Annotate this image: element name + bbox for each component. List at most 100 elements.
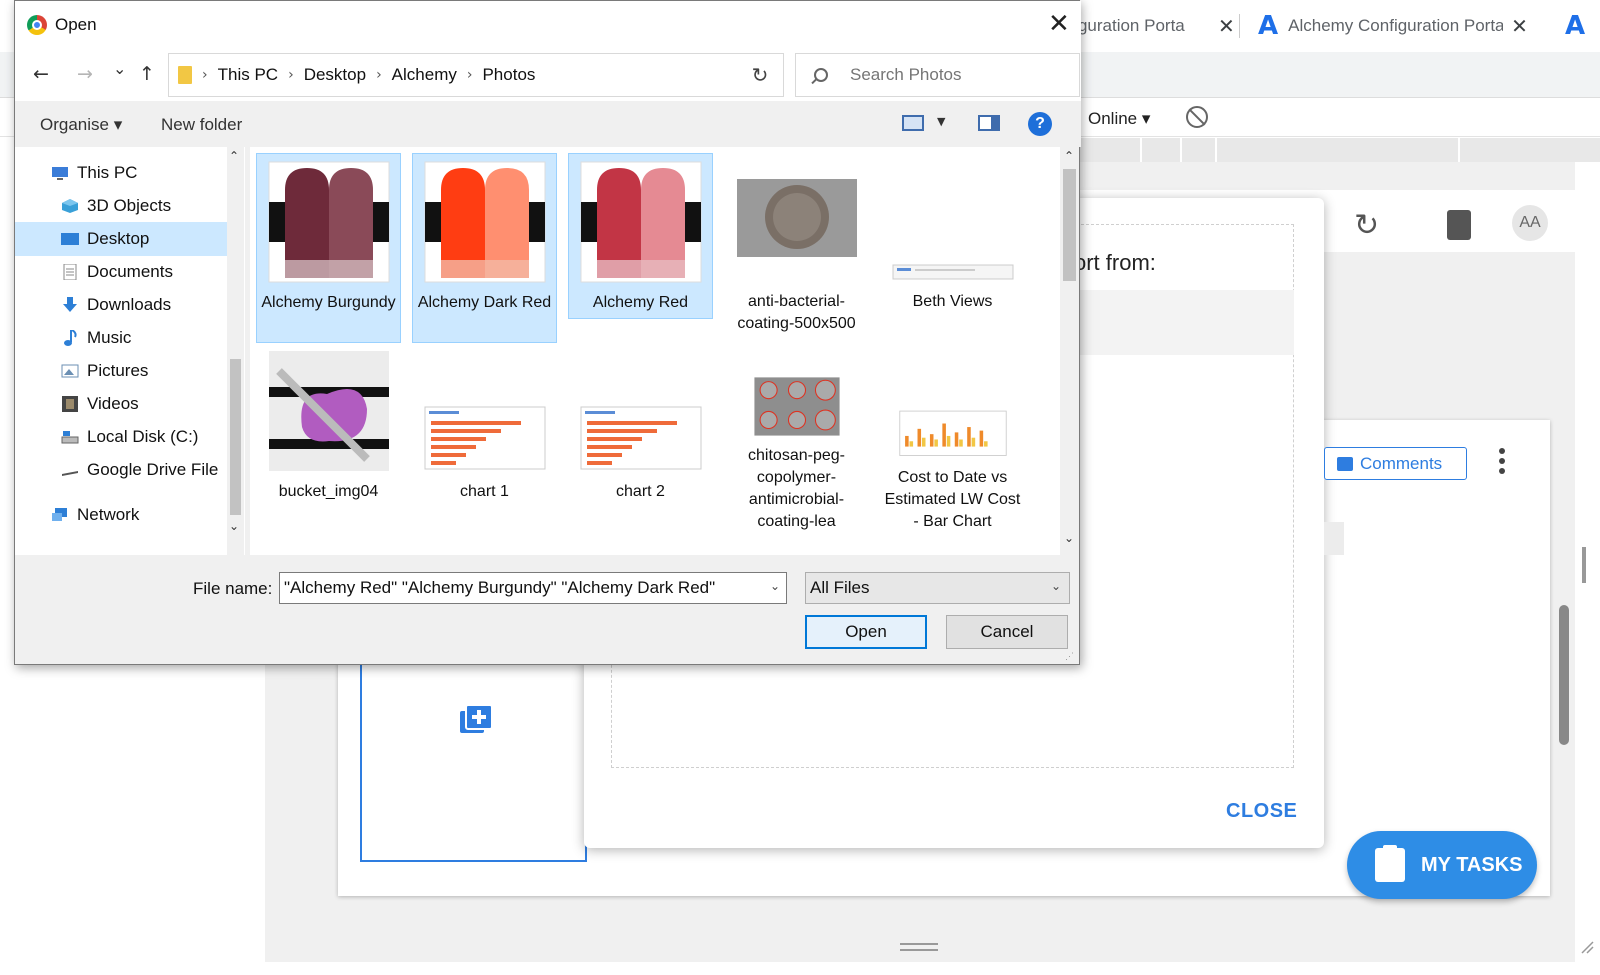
file-name: chart 1 — [460, 483, 509, 500]
recent-locations-icon[interactable]: ⌄ — [113, 59, 126, 78]
file-name-input[interactable] — [284, 578, 754, 598]
back-arrow-icon[interactable]: ← — [33, 63, 49, 85]
breadcrumb-separator: › — [202, 67, 208, 83]
scroll-up-icon[interactable]: ⌃ — [229, 149, 239, 163]
breadcrumb-this-pc[interactable]: This PC — [218, 65, 278, 85]
add-image-icon[interactable] — [458, 703, 494, 735]
dialog-title-bar[interactable] — [15, 1, 1081, 49]
tree-item-documents[interactable]: Documents — [15, 255, 227, 289]
grid-divider — [1458, 138, 1460, 162]
breadcrumb-separator: › — [376, 67, 382, 83]
file-item-bucket-img04[interactable]: bucket_img04 — [256, 343, 401, 533]
tab-configuration-portal-2[interactable]: A Alchemy Configuration Porta ✕ — [1258, 8, 1528, 44]
file-item-alchemy-burgundy[interactable]: Alchemy Burgundy — [256, 153, 401, 343]
tree-item-google-drive[interactable]: Google Drive File — [15, 453, 227, 487]
comments-button[interactable]: Comments — [1324, 447, 1467, 480]
scrollbar-thumb[interactable] — [1559, 605, 1569, 745]
file-item-cost-to-date-chart[interactable]: Cost to Date vs Estimated LW Cost - Bar … — [880, 343, 1025, 533]
network-icon — [52, 508, 67, 521]
field-placeholder — [1324, 522, 1344, 555]
file-item-anti-bacterial-coating[interactable]: anti-bacterial-coating-500x500 — [724, 153, 869, 343]
image-thumbnail — [580, 406, 701, 470]
forward-arrow-icon[interactable]: → — [77, 63, 93, 85]
breadcrumb-desktop[interactable]: Desktop — [304, 65, 366, 85]
tree-item-label: Downloads — [87, 295, 172, 314]
help-icon[interactable]: ? — [1028, 112, 1052, 136]
breadcrumb-separator: › — [288, 67, 294, 83]
file-item-chart-1[interactable]: chart 1 — [412, 343, 557, 533]
scroll-down-icon[interactable]: ⌄ — [229, 519, 239, 533]
tree-item-3d-objects[interactable]: 3D Objects — [15, 189, 227, 223]
file-item-alchemy-dark-red[interactable]: Alchemy Dark Red — [412, 153, 557, 343]
file-item-chart-2[interactable]: chart 2 — [568, 343, 713, 533]
pc-icon — [52, 167, 68, 180]
open-button[interactable]: Open — [805, 615, 927, 649]
tab-label: nfiguration Porta — [1060, 16, 1185, 35]
file-item-beth-views[interactable]: Beth Views — [880, 153, 1025, 343]
file-item-chitosan-peg[interactable]: chitosan-peg-copolymer-antimicrobial-coa… — [724, 343, 869, 533]
preview-pane-icon[interactable] — [978, 115, 1000, 131]
scroll-down-icon[interactable]: ⌄ — [1064, 531, 1074, 545]
tree-item-pictures[interactable]: Pictures — [15, 354, 227, 388]
tree-item-label: Documents — [87, 262, 173, 281]
file-list-scrollbar-thumb[interactable] — [1063, 169, 1076, 281]
tree-item-downloads[interactable]: Downloads — [15, 288, 227, 322]
address-bar[interactable]: › This PC › Desktop › Alchemy › Photos ⌄ — [168, 53, 761, 97]
close-button[interactable]: CLOSE — [1226, 800, 1297, 823]
search-box[interactable] — [795, 53, 1080, 97]
drag-handle-icon[interactable] — [900, 943, 938, 951]
tree-item-label: Google Drive File — [87, 460, 219, 479]
change-view-icon[interactable] — [902, 115, 924, 131]
chevron-down-icon[interactable]: ⌄ — [1051, 579, 1061, 593]
tree-item-network[interactable]: Network — [15, 498, 227, 532]
tab-configuration-portal-1[interactable]: nfiguration Porta ✕ — [1060, 8, 1235, 44]
file-item-alchemy-red[interactable]: Alchemy Red — [568, 153, 713, 319]
add-image-area[interactable] — [360, 640, 587, 862]
dialog-close-icon[interactable]: ✕ — [1048, 9, 1070, 39]
tasks-icon[interactable] — [1447, 210, 1471, 240]
image-thumbnail — [580, 161, 701, 283]
avatar[interactable]: AA — [1512, 205, 1548, 241]
disk-icon — [61, 431, 79, 444]
open-file-dialog: Open ✕ ← → ⌄ ↑ › This PC › Desktop › Alc… — [14, 0, 1081, 665]
image-thumbnail — [898, 410, 1007, 456]
tree-item-videos[interactable]: Videos — [15, 387, 227, 421]
modal-title: ort from: — [1074, 250, 1156, 275]
my-tasks-button[interactable]: MY TASKS — [1347, 831, 1537, 899]
tree-item-desktop[interactable]: Desktop — [15, 222, 227, 256]
view-options-dropdown-icon[interactable]: ▼ — [937, 115, 945, 128]
music-icon — [64, 330, 77, 346]
image-thumbnail — [753, 377, 840, 436]
refresh-button[interactable]: ↻ — [737, 53, 784, 97]
3d-objects-icon — [62, 199, 78, 213]
tab-close-icon[interactable]: ✕ — [1511, 14, 1528, 39]
more-options-icon[interactable] — [1499, 448, 1505, 478]
file-name: Beth Views — [912, 293, 993, 310]
scrollbar-handle[interactable] — [1582, 547, 1586, 583]
tree-item-label: 3D Objects — [87, 196, 172, 215]
cancel-button[interactable]: Cancel — [946, 615, 1068, 649]
tree-scrollbar-thumb[interactable] — [230, 359, 241, 515]
file-name-combobox[interactable]: ⌄ — [279, 572, 787, 604]
up-arrow-icon[interactable]: ↑ — [139, 63, 155, 85]
tab-close-icon[interactable]: ✕ — [1218, 14, 1235, 39]
breadcrumb-alchemy[interactable]: Alchemy — [392, 65, 457, 85]
scroll-up-icon[interactable]: ⌃ — [1064, 149, 1074, 163]
blocked-icon[interactable] — [1186, 106, 1208, 128]
tab-partial[interactable]: A — [1565, 8, 1595, 44]
pictures-icon — [61, 364, 79, 378]
alchemy-logo-icon: A — [1565, 11, 1586, 41]
refresh-icon[interactable]: ↻ — [1354, 208, 1379, 243]
resize-grip-icon[interactable] — [1580, 940, 1594, 954]
tree-item-local-disk[interactable]: Local Disk (C:) — [15, 420, 227, 454]
tree-item-music[interactable]: Music — [15, 321, 227, 355]
dialog-resize-grip-icon[interactable]: ⋰ — [1065, 651, 1075, 661]
search-input[interactable] — [850, 65, 1070, 85]
chevron-down-icon[interactable]: ⌄ — [770, 579, 780, 593]
breadcrumb-photos[interactable]: Photos — [482, 65, 535, 85]
online-status-dropdown[interactable]: Online ▾ — [1088, 109, 1150, 129]
file-type-select[interactable]: All Files ⌄ — [805, 572, 1070, 604]
new-folder-button[interactable]: New folder — [161, 115, 242, 135]
organise-menu[interactable]: Organise ▾ — [40, 115, 122, 135]
tree-item-this-pc[interactable]: This PC — [15, 156, 227, 190]
